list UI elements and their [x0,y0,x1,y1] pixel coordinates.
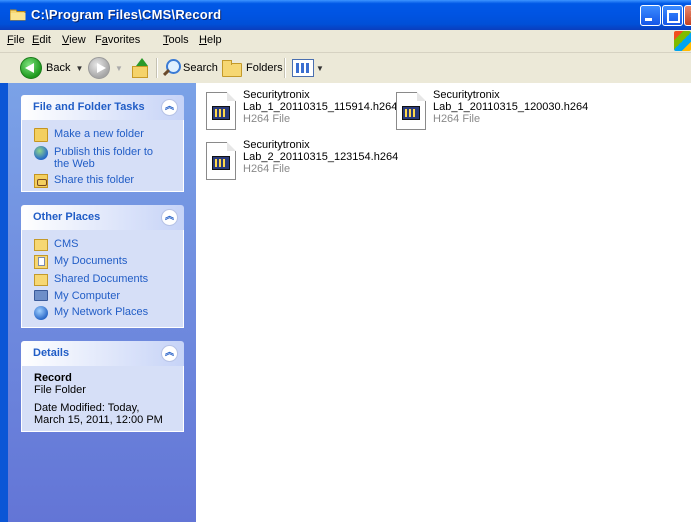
file-company: Securitytronix [433,89,500,101]
file-folder-tasks-panel: File and Folder Tasks ︽ Make a new folde… [21,95,184,192]
task-pane: File and Folder Tasks ︽ Make a new folde… [0,83,196,522]
menu-bar: File Edit View Favorites Tools Help [0,30,691,53]
views-icon [292,59,314,77]
my-documents-icon [34,255,48,269]
collapse-chevron-icon[interactable]: ︽ [161,345,178,362]
video-file-icon [396,92,426,130]
collapse-chevron-icon[interactable]: ︽ [161,209,178,226]
file-name: Lab_2_20110315_123154.h264 [243,151,399,163]
close-button[interactable] [684,5,691,26]
other-places-panel: Other Places ︽ CMS My Documents Shared D… [21,205,184,328]
chevron-down-icon[interactable]: ▼ [75,64,83,73]
file-name: Lab_1_20110315_115914.h264 [243,101,398,113]
maximize-button[interactable] [662,5,683,26]
toolbar-separator [284,58,286,78]
search-button[interactable]: Search [162,56,218,80]
folders-button[interactable]: Folders [222,56,283,80]
menu-edit[interactable]: Edit [32,34,51,46]
toolbar: Back ▼ ▼ Search Folders ▼ [0,53,691,84]
file-type: H264 File [243,113,291,125]
place-cms[interactable]: CMS [34,238,183,251]
toolbar-separator [156,58,158,78]
menu-view[interactable]: View [62,34,86,46]
shared-folder-icon [34,274,48,286]
place-my-documents[interactable]: My Documents [34,255,183,269]
minimize-button[interactable] [640,5,661,26]
globe-icon [34,146,48,160]
task-publish-folder[interactable]: Publish this folder to the Web [34,146,183,170]
details-type: File Folder [34,384,86,396]
menu-file[interactable]: File [7,34,25,46]
up-folder-button[interactable] [130,56,150,80]
menu-favorites[interactable]: Favorites [95,34,140,46]
file-company: Securitytronix [243,139,310,151]
window-title: C:\Program Files\CMS\Record [31,7,222,22]
panel-header[interactable]: File and Folder Tasks ︽ [21,95,184,120]
back-arrow-icon [20,57,42,79]
file-list-view[interactable]: Securitytronix Lab_1_20110315_115914.h26… [196,83,691,522]
file-item[interactable]: Securitytronix Lab_1_20110315_120030.h26… [390,89,588,134]
new-folder-icon [34,128,48,142]
place-shared-documents[interactable]: Shared Documents [34,273,183,286]
back-button[interactable]: Back ▼ [20,56,83,80]
panel-header[interactable]: Details ︽ [21,341,184,366]
file-name: Lab_1_20110315_120030.h264 [433,101,589,113]
place-my-network-places[interactable]: My Network Places [34,306,183,320]
folders-icon [222,60,242,77]
forward-button[interactable]: ▼ [88,56,123,80]
file-item[interactable]: Securitytronix Lab_1_20110315_115914.h26… [200,89,397,134]
title-bar[interactable]: C:\Program Files\CMS\Record [0,0,691,30]
file-type: H264 File [433,113,481,125]
place-my-computer[interactable]: My Computer [34,290,183,302]
windows-logo-icon [674,31,691,51]
video-file-icon [206,142,236,180]
folder-icon [34,239,48,251]
folder-up-icon [130,58,150,78]
views-button[interactable]: ▼ [292,56,324,80]
details-modified: Date Modified: Today, March 15, 2011, 12… [34,402,163,426]
task-share-folder[interactable]: Share this folder [34,174,183,188]
chevron-down-icon[interactable]: ▼ [115,64,123,73]
network-icon [34,306,48,320]
menu-help[interactable]: Help [199,34,222,46]
details-name: Record [34,372,72,384]
folder-icon [9,8,26,21]
menu-tools[interactable]: Tools [163,34,189,46]
computer-icon [34,290,48,301]
chevron-down-icon[interactable]: ▼ [316,64,324,73]
file-type: H264 File [243,163,291,175]
file-item[interactable]: Securitytronix Lab_2_20110315_123154.h26… [200,139,398,184]
file-company: Securitytronix [243,89,310,101]
search-icon [162,59,181,77]
pane-edge [0,83,8,522]
details-panel: Details ︽ Record File Folder Date Modifi… [21,341,184,432]
forward-arrow-icon [88,57,110,79]
panel-header[interactable]: Other Places ︽ [21,205,184,230]
video-file-icon [206,92,236,130]
share-folder-icon [34,174,48,188]
task-make-new-folder[interactable]: Make a new folder [34,128,183,142]
collapse-chevron-icon[interactable]: ︽ [161,99,178,116]
